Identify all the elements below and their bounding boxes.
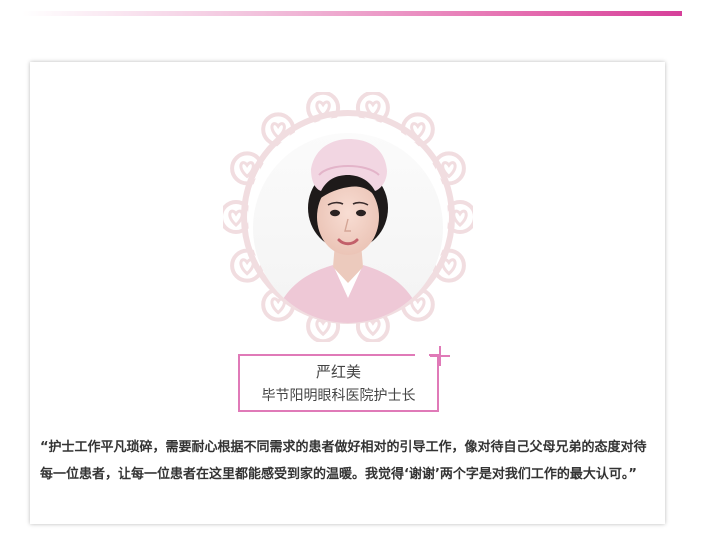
name-box: 严红美 毕节阳明眼科医院护士长 <box>238 354 439 412</box>
quote-text: “护士工作平凡琐碎，需要耐心根据不同需求的患者做好相对的引导工作，像对待自己父母… <box>40 440 647 482</box>
portrait-photo <box>253 133 443 323</box>
person-name: 严红美 <box>315 363 361 381</box>
person-title: 毕节阳明眼科医院护士长 <box>261 388 416 404</box>
plus-icon <box>430 346 450 366</box>
box-corner-gap <box>415 350 429 358</box>
top-gradient-bar <box>22 11 682 16</box>
profile-card: 严红美 毕节阳明眼科医院护士长 “护士工作平凡琐碎，需要耐心根据不同需求的患者做… <box>30 62 665 524</box>
